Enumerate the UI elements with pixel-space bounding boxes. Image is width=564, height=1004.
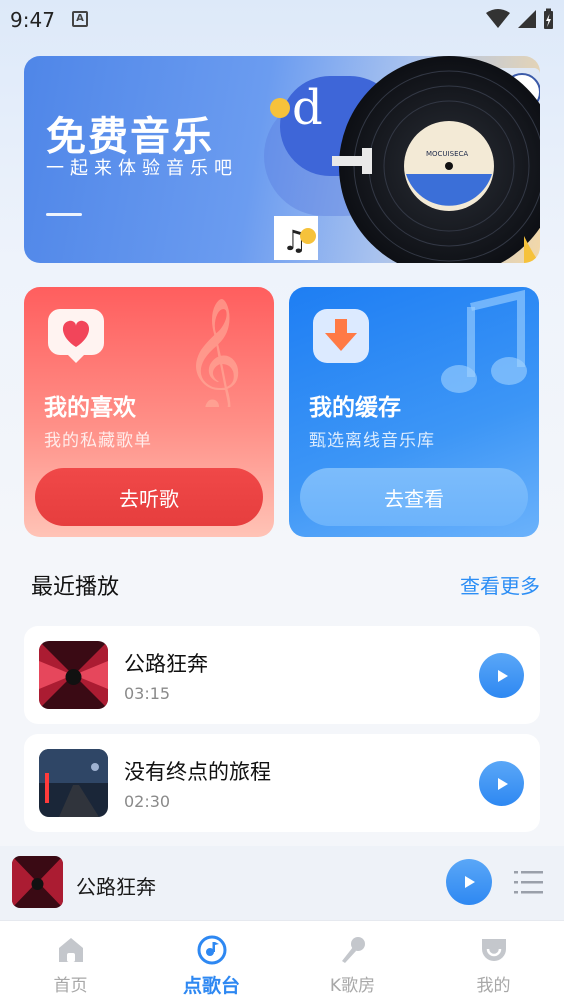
play-button[interactable] — [479, 653, 524, 698]
play-icon — [497, 777, 508, 790]
play-button[interactable] — [479, 761, 524, 806]
svg-text:d: d — [292, 80, 323, 136]
cache-subtitle: 甄选离线音乐库 — [309, 431, 435, 451]
battery-icon — [544, 8, 553, 29]
mini-play-button[interactable] — [446, 859, 492, 905]
play-icon — [465, 876, 475, 888]
see-more-link[interactable]: 查看更多 — [460, 570, 540, 599]
status-bar: 9:47 A — [0, 0, 564, 40]
notification-icon: A — [72, 11, 88, 27]
tab-label: 首页 — [53, 976, 88, 996]
bottom-tab-bar: 首页 点歌台 K歌房 我的 — [0, 920, 564, 1004]
song-duration: 02:30 — [124, 792, 171, 811]
tab-karaoke[interactable]: K歌房 — [282, 921, 423, 1004]
song-title: 公路狂奔 — [124, 652, 208, 676]
album-cover — [12, 856, 63, 908]
song-duration: 03:15 — [124, 684, 171, 703]
tab-home[interactable]: 首页 — [0, 921, 141, 1004]
vinyl-record-illustration: d MOCUISECA ♫ — [264, 56, 540, 263]
go-listen-button[interactable]: 去听歌 — [35, 468, 263, 526]
tab-label: 我的 — [476, 976, 511, 996]
music-note-icon — [197, 935, 226, 965]
signal-icon — [518, 10, 536, 28]
promo-banner[interactable]: d MOCUISECA ♫ 免费音乐 一起来体验音乐吧 — [24, 56, 540, 263]
profile-icon — [481, 939, 506, 961]
favorites-subtitle: 我的私藏歌单 — [44, 431, 152, 451]
list-item[interactable]: 公路狂奔 03:15 — [24, 626, 540, 724]
tab-label: 点歌台 — [182, 975, 240, 997]
recent-section-title: 最近播放 — [31, 575, 120, 600]
play-icon — [497, 669, 508, 682]
music-notes-icon — [441, 289, 527, 393]
album-cover — [39, 749, 108, 817]
mini-player[interactable]: 公路狂奔 — [0, 846, 564, 920]
cache-title: 我的缓存 — [309, 395, 401, 421]
playlist-icon[interactable] — [510, 866, 544, 898]
wifi-icon — [486, 9, 510, 28]
download-icon — [313, 309, 369, 363]
cache-card[interactable]: 我的缓存 甄选离线音乐库 去查看 — [289, 287, 539, 537]
treble-clef-icon: 𝄞 — [184, 296, 243, 407]
now-playing-title: 公路狂奔 — [76, 875, 156, 899]
tab-profile[interactable]: 我的 — [423, 921, 564, 1004]
svg-text:𝄞: 𝄞 — [184, 296, 243, 407]
list-item[interactable]: 没有终点的旅程 02:30 — [24, 734, 540, 832]
album-cover — [39, 641, 108, 709]
svg-text:MOCUISECA: MOCUISECA — [426, 150, 468, 158]
go-view-button[interactable]: 去查看 — [300, 468, 528, 526]
favorites-title: 我的喜欢 — [44, 395, 136, 421]
song-title: 没有终点的旅程 — [124, 760, 271, 784]
heart-icon — [48, 309, 104, 363]
home-icon — [58, 938, 83, 962]
microphone-icon — [341, 937, 365, 963]
banner-subtitle: 一起来体验音乐吧 — [46, 158, 238, 179]
status-indicators — [486, 8, 554, 30]
favorites-card[interactable]: 𝄞 我的喜欢 我的私藏歌单 去听歌 — [24, 287, 274, 537]
tab-label: K歌房 — [329, 976, 376, 996]
banner-divider — [46, 213, 82, 216]
status-time: 9:47 — [10, 8, 55, 32]
tab-song-request[interactable]: 点歌台 — [141, 921, 282, 1004]
